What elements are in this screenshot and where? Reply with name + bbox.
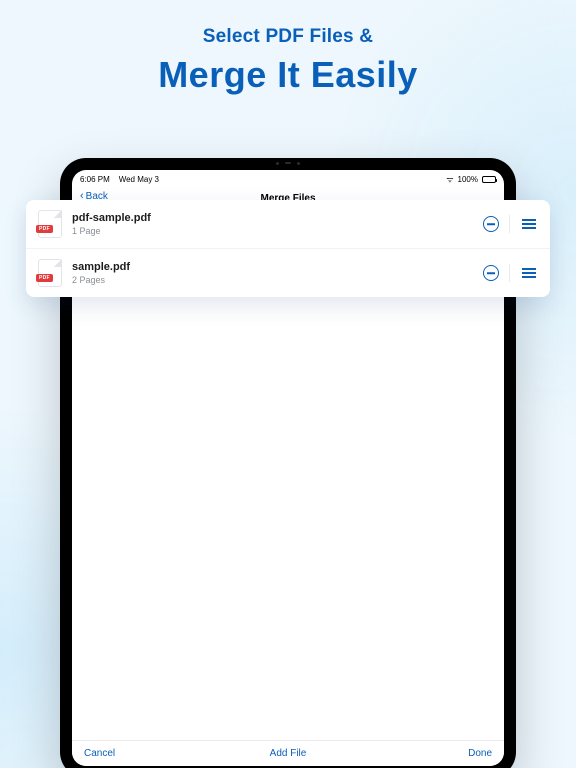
file-name: pdf-sample.pdf [72, 212, 473, 224]
status-time: 6:06 PM [80, 175, 110, 184]
pdf-badge: PDF [36, 274, 53, 282]
file-list-card: PDF pdf-sample.pdf 1 Page PDF sample.pdf… [26, 200, 550, 297]
cancel-button[interactable]: Cancel [84, 748, 115, 759]
drag-handle-icon[interactable] [520, 266, 538, 280]
promo-block: Select PDF Files & Merge It Easily [0, 0, 576, 96]
status-bar: 6:06 PM Wed May 3 ᯤ 100% [72, 170, 504, 187]
status-date: Wed May 3 [119, 175, 159, 184]
remove-file-icon[interactable] [483, 216, 499, 232]
status-left: 6:06 PM Wed May 3 [80, 175, 159, 184]
bottom-toolbar: Cancel Add File Done [72, 740, 504, 766]
row-actions [483, 264, 538, 282]
wifi-icon: ᯤ [446, 174, 453, 185]
file-meta: sample.pdf 2 Pages [72, 261, 473, 285]
file-pages: 1 Page [72, 226, 473, 236]
add-file-button[interactable]: Add File [270, 748, 307, 759]
remove-file-icon[interactable] [483, 265, 499, 281]
promo-subtitle: Select PDF Files & [0, 26, 576, 48]
promo-title: Merge It Easily [0, 54, 576, 96]
pdf-badge: PDF [36, 225, 53, 233]
divider [509, 264, 510, 282]
battery-percent: 100% [458, 175, 478, 184]
pdf-file-icon: PDF [38, 210, 62, 238]
ipad-camera-dots [276, 162, 300, 165]
battery-icon [482, 176, 496, 183]
file-row[interactable]: PDF pdf-sample.pdf 1 Page [26, 200, 550, 248]
divider [509, 215, 510, 233]
row-actions [483, 215, 538, 233]
status-right: ᯤ 100% [446, 174, 496, 185]
done-button[interactable]: Done [468, 748, 492, 759]
file-name: sample.pdf [72, 261, 473, 273]
drag-handle-icon[interactable] [520, 217, 538, 231]
file-pages: 2 Pages [72, 275, 473, 285]
pdf-file-icon: PDF [38, 259, 62, 287]
file-meta: pdf-sample.pdf 1 Page [72, 212, 473, 236]
file-row[interactable]: PDF sample.pdf 2 Pages [26, 248, 550, 297]
